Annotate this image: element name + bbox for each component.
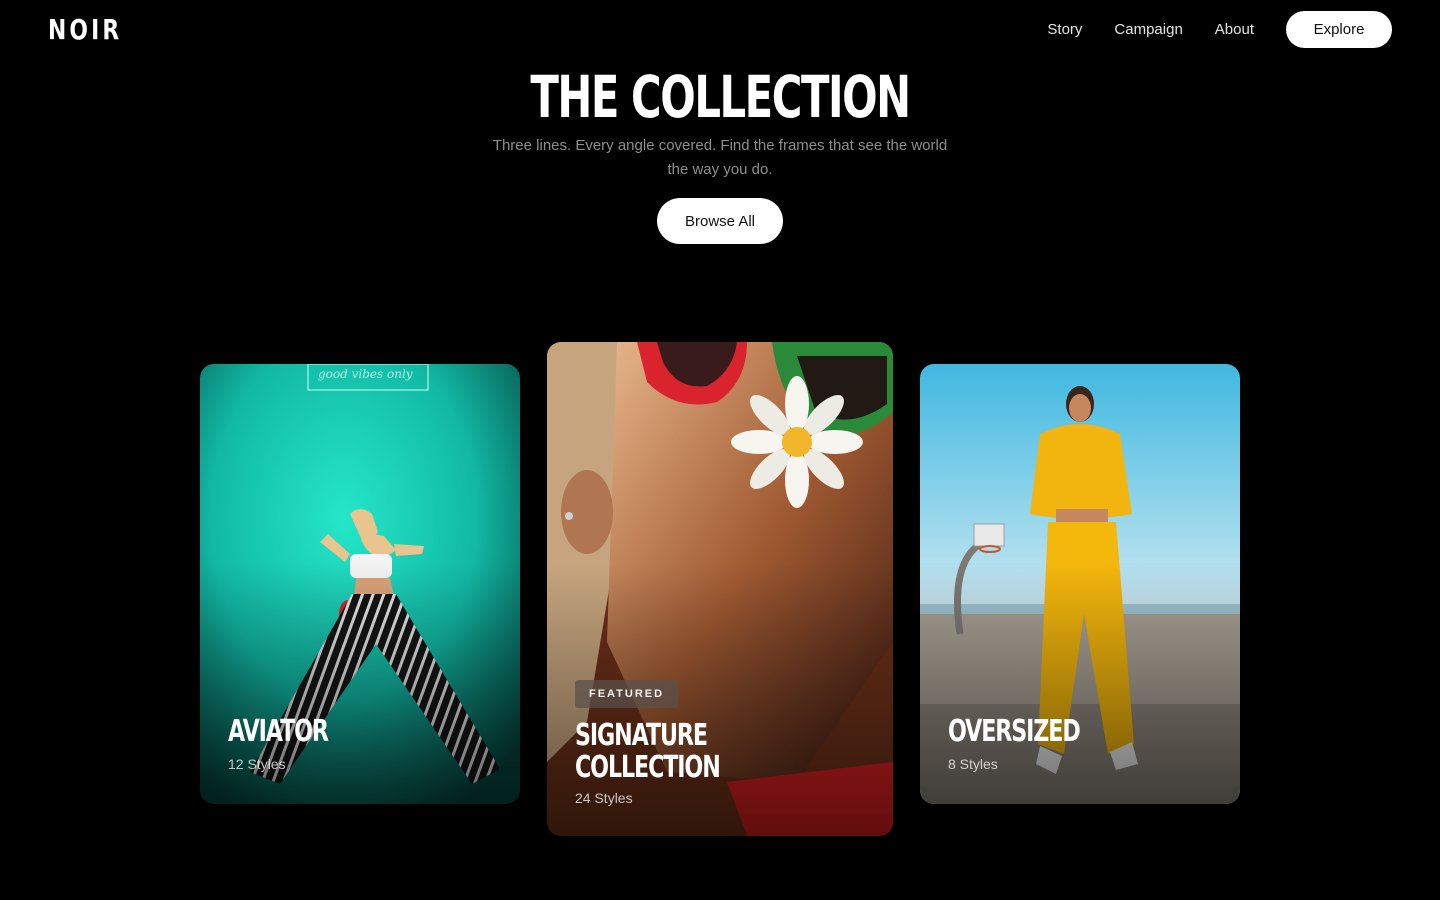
nav-links: Story Campaign About Explore bbox=[1047, 11, 1392, 48]
top-nav: NOIR Story Campaign About Explore bbox=[0, 0, 1440, 60]
page: NOIR Story Campaign About Explore THE CO… bbox=[0, 0, 1440, 900]
hero-subtitle: Three lines. Every angle covered. Find t… bbox=[492, 137, 948, 178]
nav-link-campaign[interactable]: Campaign bbox=[1114, 11, 1182, 48]
card-title: OVERSIZED bbox=[948, 714, 1081, 749]
collection-card-oversized[interactable]: OVERSIZED 8 Styles bbox=[920, 364, 1240, 804]
explore-button[interactable]: Explore bbox=[1286, 11, 1392, 48]
card-style-count: 24 Styles bbox=[575, 790, 633, 806]
featured-badge: FEATURED bbox=[575, 680, 679, 708]
card-style-count: 12 Styles bbox=[228, 756, 286, 772]
card-style-count: 8 Styles bbox=[948, 756, 998, 772]
brand-logo[interactable]: NOIR bbox=[48, 13, 122, 47]
card-title: AVIATOR bbox=[228, 714, 329, 749]
nav-link-about[interactable]: About bbox=[1215, 11, 1254, 48]
svg-text:good vibes only: good vibes only bbox=[318, 367, 413, 381]
nav-link-story[interactable]: Story bbox=[1047, 11, 1082, 48]
collection-card-aviator[interactable]: good vibes only AVIATOR 12 Styles bbox=[200, 364, 520, 804]
browse-all-button[interactable]: Browse All bbox=[657, 198, 783, 244]
collection-card-signature[interactable]: FEATURED SIGNATURE COLLECTION 24 Styles bbox=[547, 342, 893, 836]
card-title: SIGNATURE COLLECTION bbox=[575, 718, 721, 785]
page-title: THE COLLECTION bbox=[530, 63, 911, 131]
